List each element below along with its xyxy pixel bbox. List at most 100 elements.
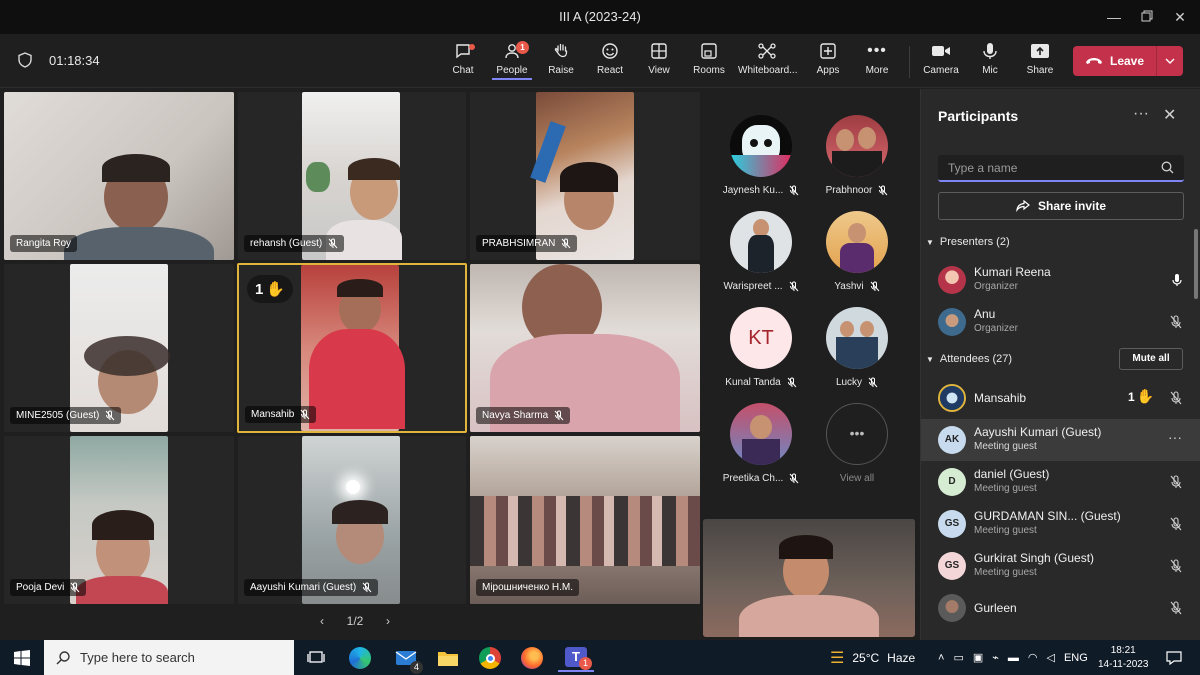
mic-off-icon <box>1170 517 1182 531</box>
chrome-icon[interactable] <box>472 644 508 672</box>
file-explorer-icon[interactable] <box>430 644 466 672</box>
weather-temp: 25°C <box>852 650 880 665</box>
teams-icon[interactable]: T 1 <box>558 644 594 672</box>
participant-row[interactable]: Gurleen <box>921 587 1200 629</box>
close-icon[interactable]: ✕ <box>1163 105 1176 125</box>
people-badge: 1 <box>516 41 529 54</box>
pagination: ‹ 1/2 › <box>320 614 390 628</box>
participant-name: MINE2505 (Guest) <box>16 410 100 421</box>
clock[interactable]: 18:21 14-11-2023 <box>1098 640 1148 675</box>
language-indicator[interactable]: ENG <box>1064 652 1088 664</box>
mic-off-icon <box>1170 601 1182 615</box>
participant-name: Lucky <box>835 377 863 388</box>
mail-icon[interactable]: 4 <box>388 644 424 674</box>
video-tile[interactable]: rehansh (Guest) <box>238 92 466 260</box>
participant-row[interactable]: AK Aayushi Kumari (Guest) Meeting guest … <box>921 419 1200 461</box>
wifi-icon[interactable]: ◠ <box>1028 651 1038 664</box>
task-view-icon[interactable] <box>298 644 334 672</box>
leave-button[interactable]: Leave <box>1073 46 1183 76</box>
participant-name: daniel (Guest) <box>974 467 1050 481</box>
video-tile[interactable]: Rangita Roy <box>4 92 234 260</box>
scrollbar[interactable] <box>1194 229 1198 299</box>
hand-icon <box>554 43 568 58</box>
rooms-button[interactable]: Rooms <box>680 40 738 84</box>
participant-search[interactable] <box>938 155 1184 182</box>
attendees-label: Attendees (27) <box>939 353 1013 365</box>
video-tile[interactable]: Aayushi Kumari (Guest) <box>238 436 466 604</box>
video-tile-active[interactable]: 1 ✋ Mansahib <box>237 263 467 433</box>
mic-off-icon <box>362 582 372 593</box>
battery-icon[interactable]: ▬ <box>1008 652 1019 664</box>
volume-icon[interactable]: ◁ <box>1046 651 1054 664</box>
gallery-participant[interactable]: Warispreet ... <box>711 211 811 292</box>
close-window-icon[interactable]: ✕ <box>1168 6 1192 28</box>
participant-row[interactable]: GS Gurkirat Singh (Guest) Meeting guest <box>921 545 1200 587</box>
usb-icon[interactable]: ⌁ <box>992 651 999 664</box>
video-tile[interactable]: PRABHSIMRAN <box>470 92 700 260</box>
share-invite-button[interactable]: Share invite <box>938 192 1184 220</box>
taskbar-search[interactable]: Type here to search <box>44 640 294 675</box>
mic-off-icon <box>878 185 888 196</box>
video-tile[interactable]: Мірошниченко Н.М. <box>470 436 700 604</box>
chevron-up-icon[interactable]: ˄ <box>938 652 944 664</box>
mic-off-icon <box>789 473 799 484</box>
weather-desc: Haze <box>887 650 916 665</box>
windows-start-icon[interactable] <box>4 644 40 672</box>
share-screen-icon <box>1031 44 1049 58</box>
raised-hand-badge: 1 ✋ <box>1128 388 1154 405</box>
gallery-participant[interactable]: Lucky <box>807 307 907 388</box>
participant-name: Kunal Tanda <box>725 377 781 388</box>
weather-widget[interactable]: ☰ 25°C Haze <box>830 640 915 675</box>
participant-row[interactable]: Mansahib 1 ✋ <box>921 377 1200 419</box>
minimize-icon[interactable]: — <box>1102 6 1126 28</box>
search-input[interactable] <box>948 160 1161 175</box>
more-label: More <box>865 65 889 76</box>
display-icon[interactable]: ▣ <box>973 651 983 664</box>
share-button[interactable]: Share <box>1011 40 1069 84</box>
participant-name: Aayushi Kumari (Guest) <box>974 425 1102 439</box>
participant-name: Gurkirat Singh (Guest) <box>974 551 1095 565</box>
participant-role: Meeting guest <box>974 525 1037 536</box>
gallery-participant[interactable]: Yashvi <box>807 211 907 292</box>
meeting-timer: 01:18:34 <box>49 53 100 68</box>
participant-row[interactable]: D daniel (Guest) Meeting guest <box>921 461 1200 503</box>
mute-all-button[interactable]: Mute all <box>1119 348 1183 370</box>
video-tile[interactable]: Navya Sharma <box>470 264 700 432</box>
notifications-icon[interactable] <box>1166 640 1182 675</box>
participant-name: Mansahib <box>251 409 295 420</box>
chevron-right-icon[interactable]: › <box>386 614 390 628</box>
caret-down-icon: ▼ <box>926 354 934 364</box>
avatar <box>826 115 888 177</box>
taskbar-search-placeholder: Type here to search <box>80 650 195 665</box>
chevron-left-icon[interactable]: ‹ <box>320 614 324 628</box>
participant-row[interactable]: Kumari Reena Organizer <box>921 259 1200 301</box>
whiteboard-button[interactable]: Whiteboard... <box>738 40 797 84</box>
gallery-participant[interactable]: Preetika Ch... <box>711 403 811 484</box>
search-icon <box>1161 161 1174 174</box>
participant-row[interactable]: Anu Organizer <box>921 301 1200 343</box>
participant-name: PRABHSIMRAN <box>482 238 556 249</box>
participant-row[interactable]: GS GURDAMAN SIN... (Guest) Meeting guest <box>921 503 1200 545</box>
leave-options-chevron-icon[interactable] <box>1156 46 1183 76</box>
video-tile[interactable]: Pooja Devi <box>4 436 234 604</box>
mic-off-icon <box>870 281 880 292</box>
self-view-video[interactable] <box>703 519 915 637</box>
gallery-participant[interactable]: Prabhnoor <box>807 115 907 196</box>
more-options-icon[interactable]: ··· <box>1168 429 1182 445</box>
attendees-section[interactable]: ▼ Attendees (27) <box>926 353 1012 365</box>
more-options-icon[interactable]: ··· <box>1133 105 1149 123</box>
participant-name: Gurleen <box>974 601 1017 615</box>
gallery-participant[interactable]: KT Kunal Tanda <box>711 307 811 388</box>
gallery-participant[interactable]: Jaynesh Ku... <box>711 115 811 196</box>
edge-browser-icon[interactable] <box>342 644 378 672</box>
meeting-toolbar: 01:18:34 Chat 1 People Raise React View … <box>0 34 1200 88</box>
avatar <box>730 403 792 465</box>
presenters-section[interactable]: ▼ Presenters (2) <box>926 236 1010 248</box>
view-all-button[interactable]: ••• View all <box>807 403 907 484</box>
raised-hand-icon: ✋ <box>1136 388 1155 404</box>
video-tile[interactable]: MINE2505 (Guest) <box>4 264 234 432</box>
maximize-icon[interactable] <box>1135 6 1159 28</box>
firefox-icon[interactable] <box>514 644 550 672</box>
network-icon[interactable]: ▭ <box>953 651 963 664</box>
more-button[interactable]: ••• More <box>848 40 906 84</box>
